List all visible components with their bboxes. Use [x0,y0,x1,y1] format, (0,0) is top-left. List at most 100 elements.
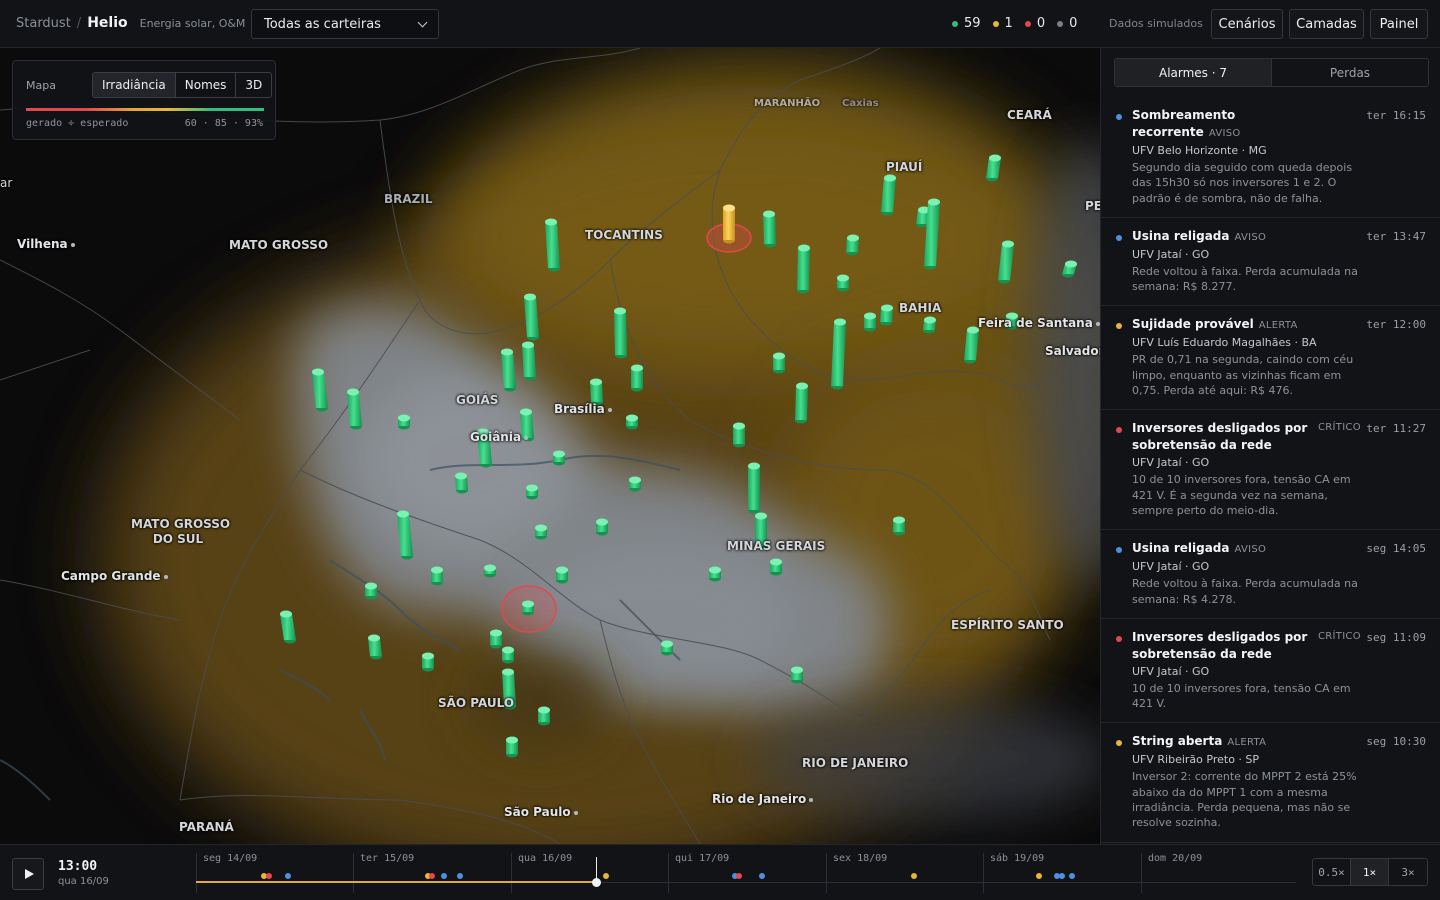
timeline-event-marker[interactable] [1069,873,1075,879]
plant-marker-top [538,706,550,714]
map-mode-irradiance[interactable]: Irradiância [93,73,176,97]
plant-marker[interactable] [880,304,893,326]
plant-marker[interactable] [431,566,443,586]
org-name[interactable]: Stardust [16,16,71,31]
plant-marker-top [631,364,643,372]
plant-marker-top [520,408,532,416]
play-button[interactable] [12,858,44,890]
plant-marker[interactable] [556,566,568,584]
timeline-days[interactable]: seg 14/09 ter 15/09 qua 16/09 qui 17/09 … [196,853,1296,893]
plant-marker[interactable] [522,600,534,616]
plant-marker[interactable] [614,307,627,359]
alarm-item[interactable]: Sombreamento recorrente AVISO ter 16:15 UF… [1101,97,1440,218]
map-label-city: Vilhena [17,237,75,252]
timeline-event-marker[interactable] [285,873,291,879]
scenarios-button[interactable]: Cenários [1211,9,1283,39]
map-mode-names[interactable]: Nomes [176,73,237,97]
plant-marker-top [524,293,536,301]
current-time: 13:00 [58,859,98,874]
plant-marker[interactable] [846,234,859,256]
plant-marker-top [368,634,380,642]
plant-marker[interactable] [748,462,760,514]
plant-marker[interactable] [661,640,673,656]
plant-marker[interactable] [484,564,496,578]
plant-marker[interactable] [526,484,538,500]
plant-marker[interactable] [770,558,782,576]
alarm-item[interactable]: Usina religada AVISO seg 14:05 UFV Jataí ·… [1101,530,1440,619]
plant-marker[interactable] [626,414,638,430]
map-label-state: SÃO PAULO [438,696,515,710]
alarm-item[interactable]: Sujidade provável ALERTA ter 12:00 UFV Luí… [1101,306,1440,411]
speed-0-5x[interactable]: 0.5× [1313,859,1351,885]
plant-marker[interactable] [535,524,547,540]
plant-marker-warning[interactable] [723,204,735,244]
plant-marker-top [834,318,846,326]
plant-marker[interactable] [365,582,377,600]
plant-marker[interactable] [522,341,536,381]
plant-marker[interactable] [791,666,803,684]
plant-marker[interactable] [502,646,514,664]
timeline-event-marker[interactable] [266,873,272,879]
severity-dot-icon [1116,234,1122,241]
map-view[interactable]: MARANHÃO Caxias CEARÁ PIAUÍ PE BRAZIL TO… [0,48,1100,844]
alarm-time: seg 14:05 [1366,542,1426,556]
plant-marker[interactable] [837,274,849,292]
timeline-scrubber-handle[interactable] [592,878,601,887]
plant-marker-top [709,566,721,574]
alarm-title: Inversores desligados por sobretensão da… [1132,421,1308,453]
timeline-event-marker[interactable] [736,873,742,879]
portfolio-select[interactable]: Todas as carteiras [251,9,439,39]
timeline-event-marker[interactable] [441,873,447,879]
timeline-event-marker[interactable] [759,873,765,879]
plant-marker[interactable] [398,414,410,430]
alarm-item[interactable]: Usina religada AVISO ter 13:47 UFV Jataí ·… [1101,218,1440,307]
layers-button[interactable]: Camadas [1289,9,1364,39]
timeline-event-marker[interactable] [603,873,609,879]
plant-marker[interactable] [709,566,721,582]
plant-marker[interactable] [553,450,565,466]
speed-1x[interactable]: 1× [1351,859,1389,885]
plant-marker[interactable] [797,244,810,294]
status-count-critical: 0 [1024,16,1045,31]
alarm-time: ter 16:15 [1366,109,1426,122]
simulated-data-label: Dados simulados [1109,17,1203,30]
plant-marker[interactable] [455,472,468,494]
speed-3x[interactable]: 3× [1389,859,1427,885]
alarm-item[interactable]: Inversores desligados por sobretensão da… [1101,619,1440,724]
timeline-event-marker[interactable] [457,873,463,879]
plant-marker[interactable] [923,316,936,334]
timeline-event-marker[interactable] [1059,873,1065,879]
tab-losses[interactable]: Perdas [1272,59,1428,86]
plant-marker[interactable] [631,364,643,392]
alarm-time: seg 11:09 [1366,630,1426,644]
map-mode-3d[interactable]: 3D [236,73,271,97]
severity-dot-icon [1116,427,1122,434]
alarm-item[interactable]: Inversores desligados por sobretensão da… [1101,410,1440,531]
portfolio-select-value: Todas as carteiras [264,16,381,32]
plant-marker-top [798,244,810,252]
plant-marker[interactable] [893,516,905,536]
plant-marker[interactable] [864,312,876,332]
severity-dot-icon [1116,114,1122,120]
timeline-event-marker[interactable] [429,873,435,879]
plant-marker[interactable] [422,652,434,672]
plant-marker[interactable] [538,706,550,726]
timeline-event-marker[interactable] [1036,873,1042,879]
panel-button[interactable]: Painel [1370,9,1428,39]
map-canvas[interactable] [0,48,1100,844]
plant-marker[interactable] [490,629,502,649]
app-name[interactable]: Helio [87,15,127,31]
tab-alarms[interactable]: Alarmes · 7 [1115,59,1272,86]
map-label-state: GOIÁS [456,393,499,407]
plant-marker[interactable] [629,476,641,492]
plant-marker[interactable] [596,518,608,536]
plant-marker-top [490,629,502,637]
timeline-event-marker[interactable] [911,873,917,879]
plant-marker[interactable] [733,422,745,448]
plant-marker[interactable] [763,210,776,248]
plant-marker[interactable] [795,382,808,424]
alarm-item[interactable]: String aberta ALERTA seg 10:30 UFV Ribeirã… [1101,723,1440,843]
plant-marker[interactable] [773,352,785,374]
plant-marker[interactable] [368,634,382,660]
plant-marker[interactable] [506,736,518,758]
